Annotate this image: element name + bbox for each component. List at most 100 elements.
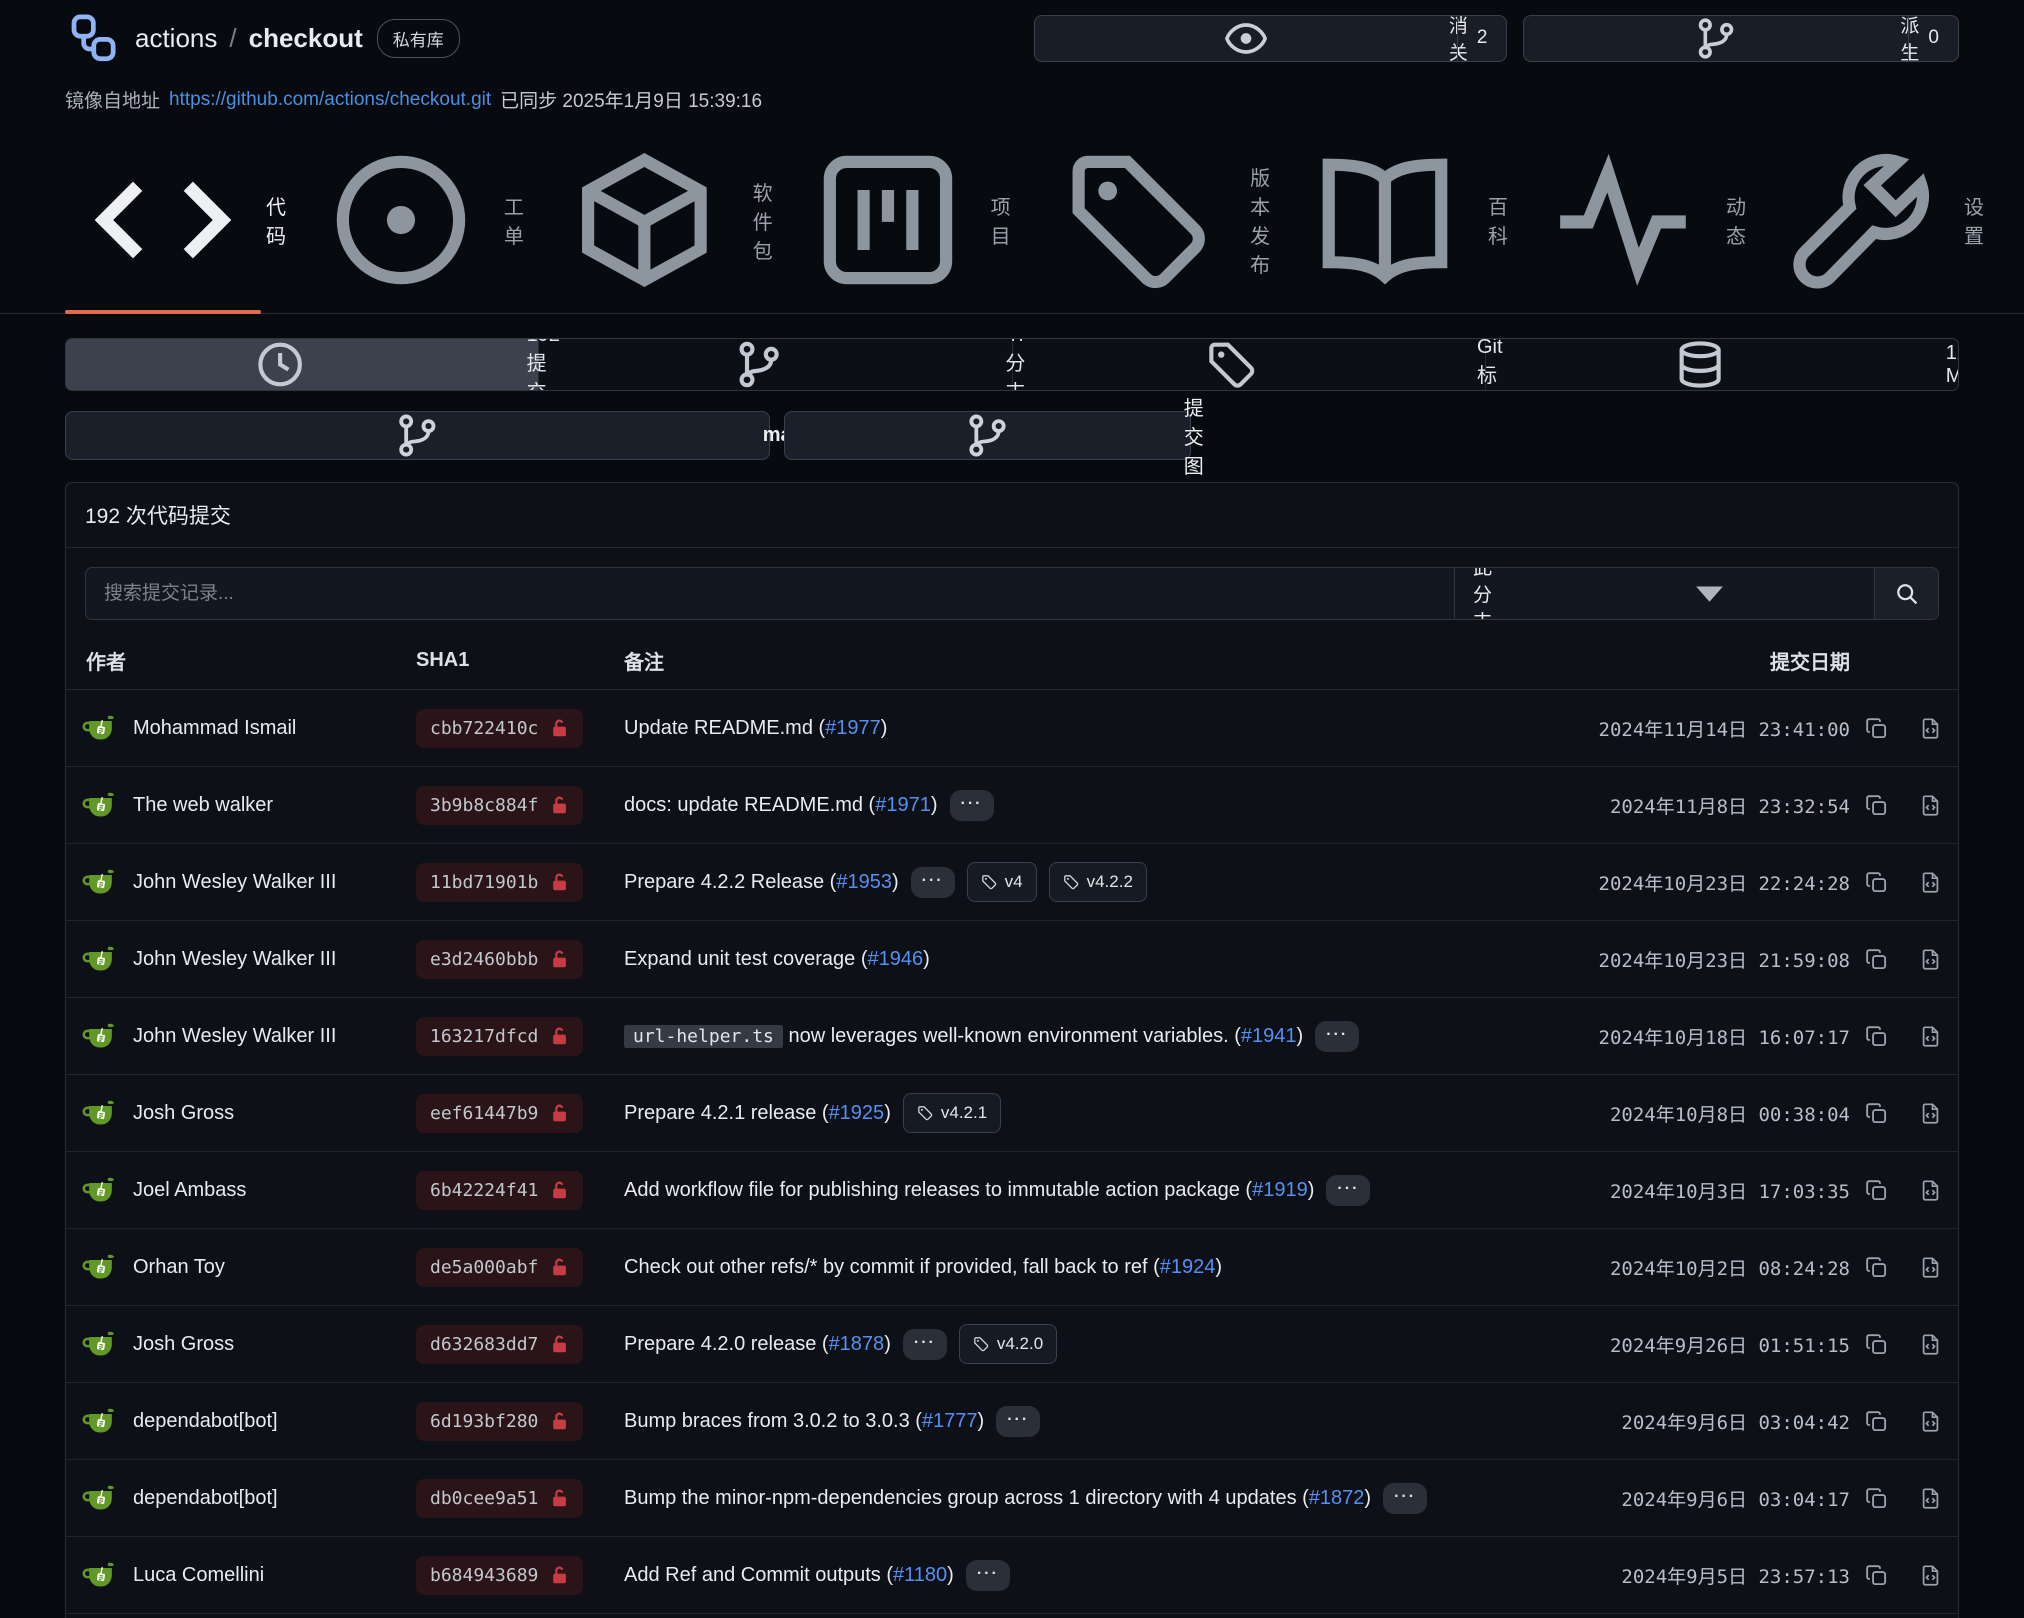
commit-pr-link[interactable]: #1946 xyxy=(867,948,923,970)
commit-sha-badge[interactable]: e3d2460bbb xyxy=(416,940,583,979)
version-tag-button[interactable]: v4.2.2 xyxy=(1049,862,1147,902)
commit-sha-badge[interactable]: cbb722410c xyxy=(416,709,583,748)
copy-sha-button[interactable] xyxy=(1850,1564,1902,1587)
avatar[interactable] xyxy=(82,941,119,978)
commit-sha-badge[interactable]: eef61447b9 xyxy=(416,1094,583,1133)
avatar[interactable] xyxy=(82,710,119,747)
copy-sha-button[interactable] xyxy=(1850,1487,1902,1510)
version-tag-button[interactable]: v4 xyxy=(967,862,1037,902)
tab-settings[interactable]: 设置 xyxy=(1763,137,1959,313)
stat-commits[interactable]: 192 提交 xyxy=(66,339,539,390)
avatar[interactable] xyxy=(82,864,119,901)
repo-name-link[interactable]: checkout xyxy=(249,23,363,54)
commit-sha-badge[interactable]: 11bd71901b xyxy=(416,863,583,902)
tab-releases[interactable]: 版本发布 xyxy=(1028,137,1246,313)
expand-commit-message-button[interactable]: ··· xyxy=(1326,1175,1370,1206)
copy-sha-button[interactable] xyxy=(1850,948,1902,971)
commit-pr-link[interactable]: #1953 xyxy=(836,871,892,893)
browse-source-button[interactable] xyxy=(1902,871,1958,894)
commit-pr-link[interactable]: #1180 xyxy=(893,1564,947,1586)
commit-sha-badge[interactable]: 6b42224f41 xyxy=(416,1171,583,1210)
browse-source-button[interactable] xyxy=(1902,794,1958,817)
browse-source-button[interactable] xyxy=(1902,1102,1958,1125)
browse-source-button[interactable] xyxy=(1902,717,1958,740)
commit-sha-badge[interactable]: d632683dd7 xyxy=(416,1325,583,1364)
commit-sha-badge[interactable]: db0cee9a51 xyxy=(416,1479,583,1518)
commit-pr-link[interactable]: #1919 xyxy=(1252,1179,1308,1201)
mirror-url-link[interactable]: https://github.com/actions/checkout.git xyxy=(169,89,491,111)
copy-sha-button[interactable] xyxy=(1850,794,1902,817)
copy-sha-button[interactable] xyxy=(1850,1102,1902,1125)
copy-sha-button[interactable] xyxy=(1850,1256,1902,1279)
commit-sha-badge[interactable]: 3b9b8c884f xyxy=(416,786,583,825)
version-tag-button[interactable]: v4.2.1 xyxy=(903,1093,1001,1133)
unwatch-button-group[interactable]: 取消关注 2 xyxy=(1034,15,1508,62)
stat-tags[interactable]: 49 Git标签 xyxy=(1013,339,1486,390)
browse-source-button[interactable] xyxy=(1902,1410,1958,1433)
copy-sha-button[interactable] xyxy=(1850,717,1902,740)
commit-pr-link[interactable]: #1941 xyxy=(1241,1025,1297,1047)
commit-sha-badge[interactable]: b684943689 xyxy=(416,1556,583,1595)
expand-commit-message-button[interactable]: ··· xyxy=(903,1329,947,1360)
tab-projects[interactable]: 项目 xyxy=(790,137,986,313)
commit-sha-badge[interactable]: de5a000abf xyxy=(416,1248,583,1287)
stat-branches[interactable]: 47 分支 xyxy=(539,339,1012,390)
copy-sha-button[interactable] xyxy=(1850,1025,1902,1048)
copy-sha-button[interactable] xyxy=(1850,1179,1902,1202)
avatar[interactable] xyxy=(82,1557,119,1594)
avatar[interactable] xyxy=(82,1249,119,1286)
repo-owner-link[interactable]: actions xyxy=(135,23,217,54)
unwatch-button[interactable]: 取消关注 xyxy=(1035,16,1457,61)
expand-commit-message-button[interactable]: ··· xyxy=(966,1560,1010,1591)
commit-sha-badge[interactable]: 6d193bf280 xyxy=(416,1402,583,1441)
avatar[interactable] xyxy=(82,787,119,824)
branch-scope-dropdown[interactable]: 此分支 xyxy=(1454,568,1874,619)
fork-button-group[interactable]: 派生 0 xyxy=(1523,15,1959,62)
browse-source-button[interactable] xyxy=(1902,1564,1958,1587)
tab-wiki[interactable]: 百科 xyxy=(1287,137,1483,313)
expand-commit-message-button[interactable]: ··· xyxy=(996,1406,1040,1437)
commit-sha-badge[interactable]: 163217dfcd xyxy=(416,1017,583,1056)
browse-source-button[interactable] xyxy=(1902,1256,1958,1279)
browse-source-button[interactable] xyxy=(1902,948,1958,971)
browse-source-button[interactable] xyxy=(1902,1025,1958,1048)
avatar[interactable] xyxy=(82,1018,119,1055)
tab-issues[interactable]: 工单 xyxy=(303,137,499,313)
avatar[interactable] xyxy=(82,1480,119,1517)
expand-commit-message-button[interactable]: ··· xyxy=(911,867,955,898)
browse-source-button[interactable] xyxy=(1902,1333,1958,1356)
avatar[interactable] xyxy=(82,1326,119,1363)
avatar[interactable] xyxy=(82,1172,119,1209)
site-logo-icon[interactable] xyxy=(65,11,119,65)
expand-commit-message-button[interactable]: ··· xyxy=(1315,1021,1359,1052)
col-sha: SHA1 xyxy=(416,649,624,672)
avatar[interactable] xyxy=(82,1403,119,1440)
commit-pr-link[interactable]: #1924 xyxy=(1160,1256,1216,1278)
tab-activity[interactable]: 动态 xyxy=(1525,137,1721,313)
commit-graph-button[interactable]: 提交图 xyxy=(784,411,1191,460)
tab-code[interactable]: 代码 xyxy=(65,137,261,313)
copy-sha-button[interactable] xyxy=(1850,871,1902,894)
expand-commit-message-button[interactable]: ··· xyxy=(1383,1483,1427,1514)
commit-pr-link[interactable]: #1971 xyxy=(875,794,931,816)
commit-pr-link[interactable]: #1925 xyxy=(829,1102,885,1124)
tab-packages[interactable]: 软件包 xyxy=(541,137,748,313)
commit-pr-link[interactable]: #1878 xyxy=(829,1333,885,1355)
expand-commit-message-button[interactable]: ··· xyxy=(950,790,994,821)
commit-pr-link[interactable]: #1872 xyxy=(1309,1487,1365,1509)
browse-source-button[interactable] xyxy=(1902,1179,1958,1202)
copy-sha-button[interactable] xyxy=(1850,1333,1902,1356)
commit-search-input[interactable] xyxy=(86,568,1454,619)
commit-pr-link[interactable]: #1977 xyxy=(825,717,881,739)
fork-button[interactable]: 派生 xyxy=(1524,16,1908,61)
copy-sha-button[interactable] xyxy=(1850,1410,1902,1433)
watchers-count[interactable]: 2 xyxy=(1457,16,1507,61)
avatar[interactable] xyxy=(82,1095,119,1132)
commit-pr-link[interactable]: #1777 xyxy=(922,1410,978,1432)
version-tag-button[interactable]: v4.2.0 xyxy=(959,1324,1057,1364)
branch-selector[interactable]: main xyxy=(65,411,770,460)
stat-size[interactable]: 12 MiB xyxy=(1486,339,1958,390)
browse-source-button[interactable] xyxy=(1902,1487,1958,1510)
forks-count[interactable]: 0 xyxy=(1908,16,1958,61)
search-button[interactable] xyxy=(1874,568,1938,619)
